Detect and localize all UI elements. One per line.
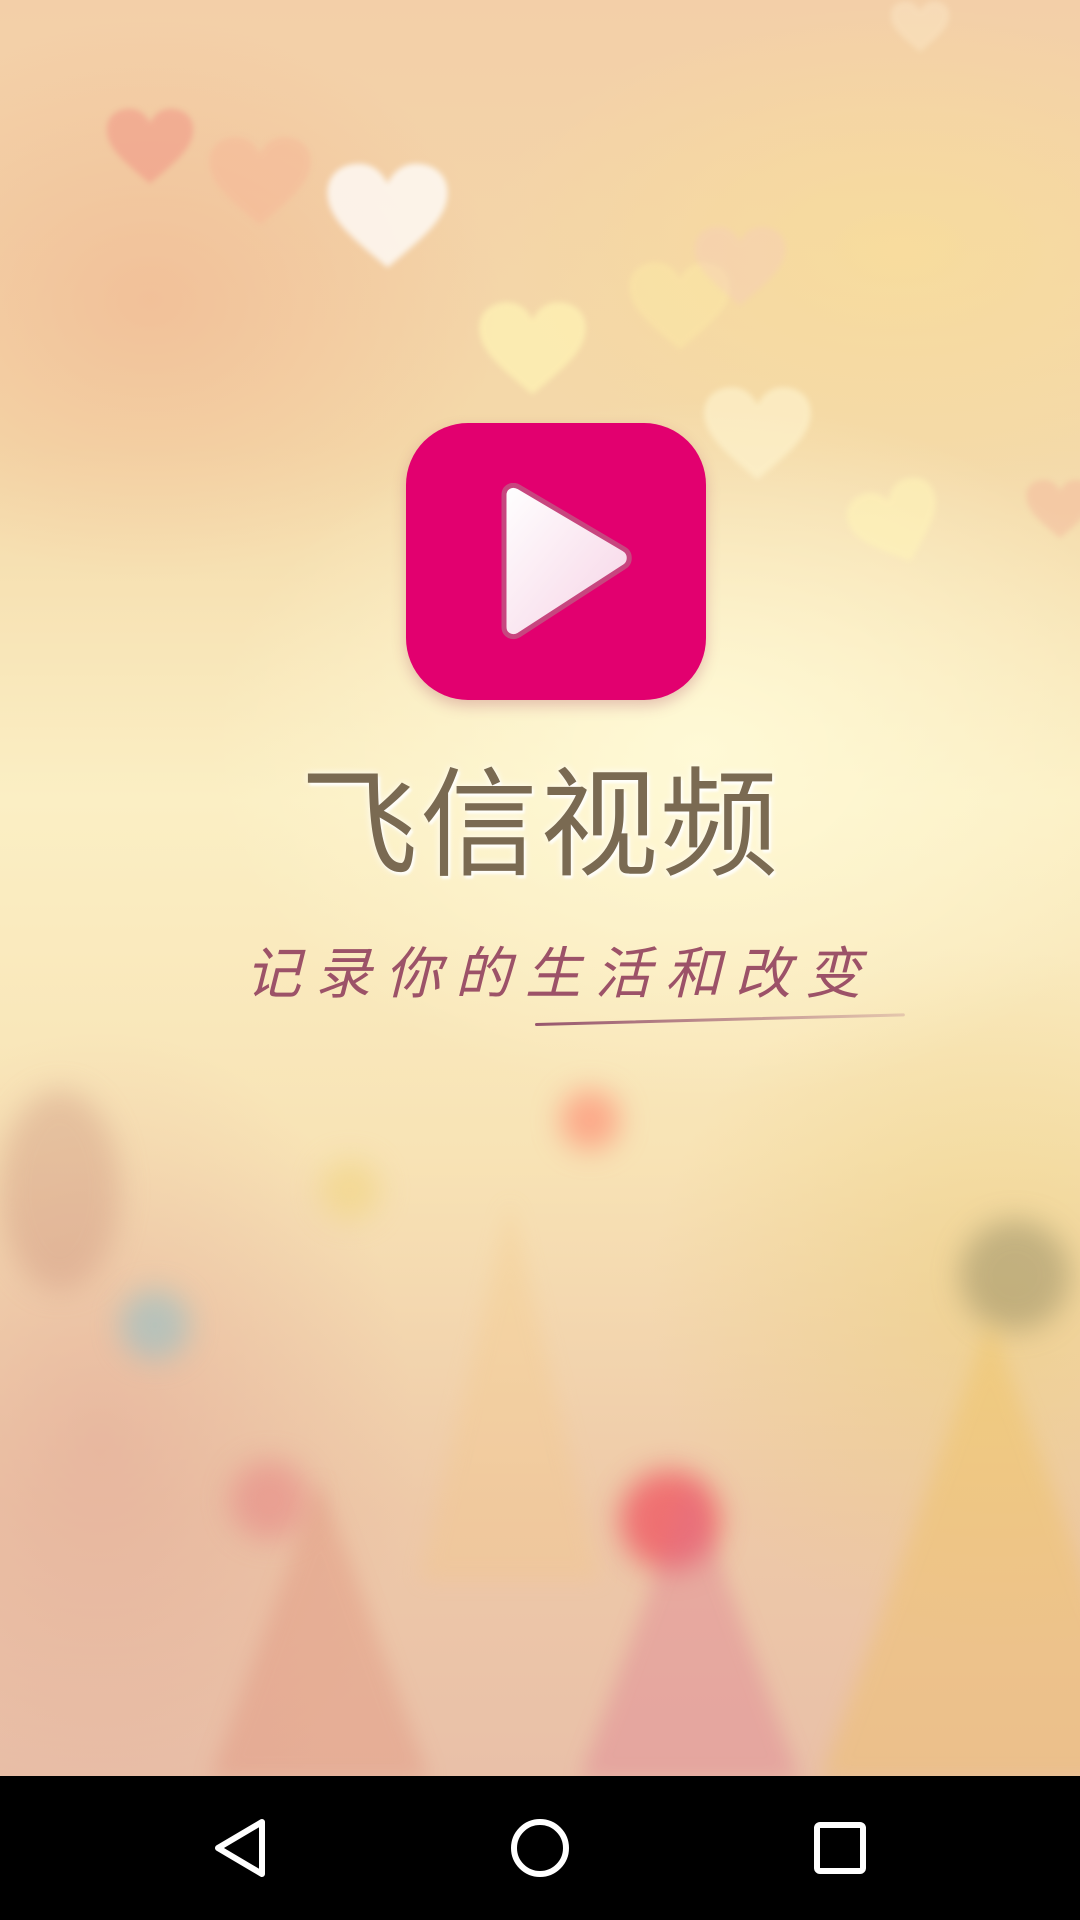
app-logo [406,423,706,700]
bokeh-light [0,1090,120,1290]
play-icon [501,483,632,640]
recents-square-icon [814,1822,866,1874]
party-hat-shape [580,1480,800,1776]
heart-bokeh-icon [475,300,590,400]
party-hat-shape [820,1320,1080,1776]
bokeh-light [560,1090,620,1150]
splash-screen: 飞信视频 记录你的生活和改变 [0,0,1080,1920]
heart-bokeh-icon [205,135,315,230]
home-circle-icon [511,1819,569,1877]
bokeh-light [320,1160,380,1220]
heart-bokeh-icon [325,140,450,295]
heart-bokeh-icon [700,385,815,485]
bokeh-light [960,1220,1070,1330]
heart-bokeh-icon [1025,470,1080,550]
heart-bokeh-icon [837,466,957,583]
bokeh-light [120,1290,190,1360]
back-button[interactable] [180,1798,300,1898]
recents-button[interactable] [780,1798,900,1898]
heart-bokeh-icon [105,105,195,190]
app-title: 飞信视频 [299,756,780,894]
back-triangle-icon [215,1819,265,1877]
system-navigation-bar [0,1776,1080,1920]
home-button[interactable] [480,1798,600,1898]
party-hat-shape [420,1200,600,1580]
splash-background: 飞信视频 记录你的生活和改变 [0,0,1080,1776]
heart-bokeh-icon [880,0,960,55]
tagline-underline [534,1013,905,1026]
party-hat-shape [210,1480,430,1776]
heart-bokeh-icon [690,225,790,310]
app-tagline: 记录你的生活和改变 [245,942,875,1007]
